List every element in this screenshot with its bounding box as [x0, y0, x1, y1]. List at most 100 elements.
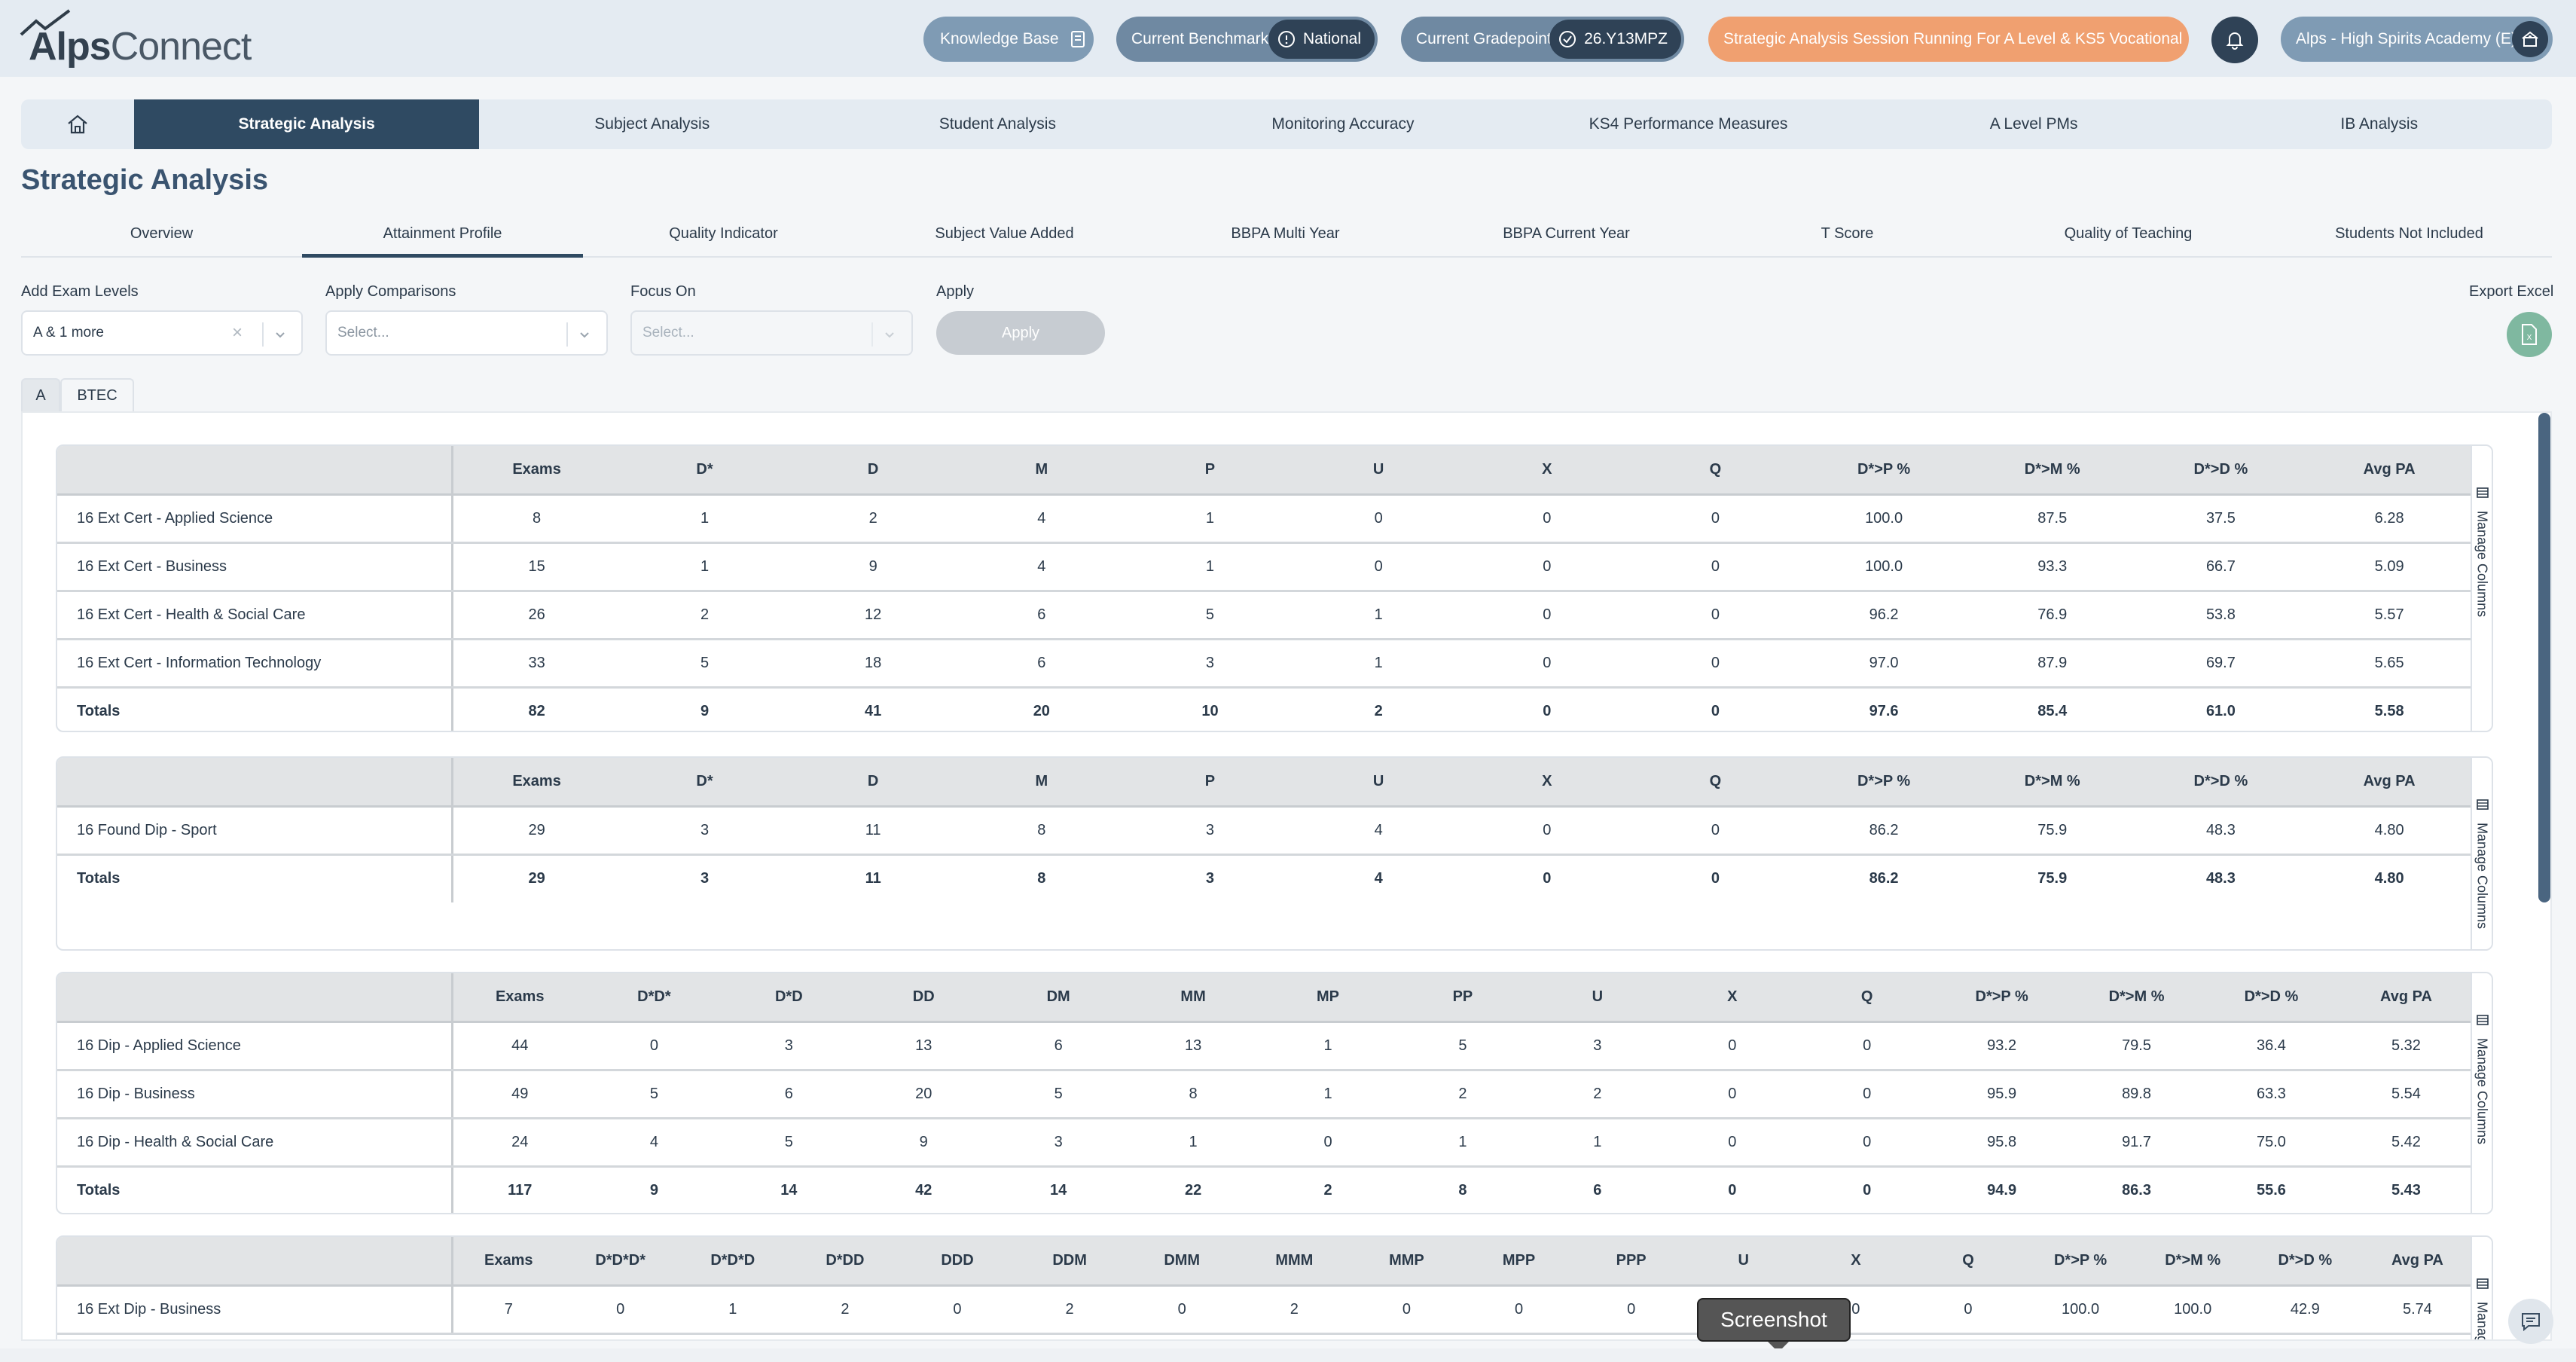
manage-columns-toggle[interactable]: Manage Columns [2471, 446, 2492, 731]
chat-button[interactable] [2508, 1299, 2553, 1344]
chevron-down-icon[interactable] [577, 327, 592, 342]
column-header[interactable]: D [789, 758, 957, 808]
column-header[interactable]: DDD [901, 1237, 1014, 1287]
notifications-button[interactable] [2211, 17, 2258, 63]
alps-connect-logo[interactable]: AlpsConnect [20, 8, 252, 69]
table-row[interactable]: 16 Found Dip - Sport 29 3 11 8 3 4 0 0 86.2 75.9 48… [57, 806, 2474, 856]
column-header[interactable]: DMM [1125, 1237, 1238, 1287]
column-header[interactable]: Exams [452, 758, 621, 808]
tab-t-score[interactable]: T Score [1707, 211, 1988, 256]
column-header[interactable]: Q [1631, 758, 1800, 808]
table-row[interactable]: 16 Dip - Business 49 5 6 20 5 8 1 2 2 0 0 95.9 89.8 63… [57, 1070, 2474, 1119]
level-tab-a[interactable]: A [21, 378, 60, 411]
table-row[interactable]: 16 Dip - Health & Social Care 24 4 5 9 3 1 0 1 1 0… [57, 1118, 2474, 1168]
table-row[interactable]: 16 Ext Cert - Applied Science 8 1 2 4 1 0 0 0 100… [57, 494, 2474, 544]
nav-student-analysis[interactable]: Student Analysis [825, 99, 1170, 149]
column-header[interactable]: Q [1912, 1237, 2025, 1287]
apply-button[interactable]: Apply [936, 311, 1105, 355]
column-header[interactable]: Avg PA [2338, 973, 2474, 1023]
session-dropdown[interactable]: Strategic Analysis Session Running For A… [1708, 17, 2189, 62]
benchmark-selector[interactable]: Current Benchmark National [1116, 17, 1378, 62]
column-header[interactable]: X [1799, 1237, 1912, 1287]
gradepoint-value-chip[interactable]: 26.Y13MPZ [1549, 20, 1681, 59]
tab-quality-indicator[interactable]: Quality Indicator [583, 211, 864, 256]
column-header[interactable]: MM [1125, 973, 1261, 1023]
chevron-down-icon[interactable] [273, 327, 288, 342]
column-header[interactable] [57, 446, 453, 496]
column-header[interactable]: D* [620, 758, 789, 808]
column-header[interactable]: X [1462, 758, 1631, 808]
column-header[interactable]: MMM [1238, 1237, 1351, 1287]
column-header[interactable] [57, 758, 453, 808]
comparisons-select[interactable]: Select... [325, 310, 608, 356]
column-header[interactable]: D*>D % [2136, 758, 2306, 808]
table-row[interactable]: 16 Dip - Applied Science 44 0 3 13 6 13 1 5 3 0 0 93… [57, 1022, 2474, 1071]
column-header[interactable]: Exams [452, 973, 587, 1023]
column-header[interactable]: Exams [452, 1237, 565, 1287]
column-header[interactable]: D*>D % [2136, 446, 2306, 496]
nav-monitoring-accuracy[interactable]: Monitoring Accuracy [1170, 99, 1516, 149]
knowledge-base-button[interactable]: Knowledge Base [923, 17, 1094, 62]
column-header[interactable]: U [1530, 973, 1665, 1023]
level-tab-btec[interactable]: BTEC [60, 378, 134, 411]
column-header[interactable]: D*>P % [1799, 758, 1968, 808]
column-header[interactable]: MP [1260, 973, 1396, 1023]
column-header[interactable]: Exams [452, 446, 621, 496]
column-header[interactable]: D*>D % [2248, 1237, 2361, 1287]
column-header[interactable]: MMP [1350, 1237, 1463, 1287]
column-header[interactable]: D*D* [586, 973, 722, 1023]
column-header[interactable]: DD [856, 973, 991, 1023]
table-row[interactable]: 16 Ext Cert - Information Technology 33 5 1… [57, 639, 2474, 689]
column-header[interactable]: D [789, 446, 957, 496]
table-row[interactable]: 16 Ext Dip - Business 7 0 1 2 0 2 0 2 0 0 0 0 0 100.0 1… [57, 1285, 2474, 1335]
benchmark-value-chip[interactable]: National [1268, 20, 1375, 59]
column-header[interactable]: D*DD [789, 1237, 902, 1287]
tab-students-not-included[interactable]: Students Not Included [2269, 211, 2550, 256]
nav-ks4-performance-measures[interactable]: KS4 Performance Measures [1515, 99, 1861, 149]
column-header[interactable]: M [957, 758, 1126, 808]
vertical-scrollbar[interactable] [2538, 413, 2550, 902]
column-header[interactable]: M [957, 446, 1126, 496]
column-header[interactable]: D*>M % [1967, 758, 2137, 808]
manage-columns-toggle[interactable]: Manage Columns [2471, 1237, 2492, 1339]
column-header[interactable]: P [1125, 446, 1295, 496]
exam-levels-select[interactable]: A & 1 more × [21, 310, 303, 356]
column-header[interactable]: PP [1395, 973, 1531, 1023]
tab-quality-of-teaching[interactable]: Quality of Teaching [1988, 211, 2269, 256]
column-header[interactable]: Q [1799, 973, 1935, 1023]
tab-subject-value-added[interactable]: Subject Value Added [864, 211, 1145, 256]
nav-strategic-analysis[interactable]: Strategic Analysis [133, 99, 480, 149]
focus-on-select[interactable]: Select... [630, 310, 913, 356]
gradepoint-selector[interactable]: Current Gradepoint 26.Y13MPZ [1401, 17, 1684, 62]
tab-bbpa-current-year[interactable]: BBPA Current Year [1426, 211, 1707, 256]
column-header[interactable]: D*>M % [2136, 1237, 2249, 1287]
manage-columns-toggle[interactable]: Manage Columns [2471, 973, 2492, 1213]
column-header[interactable]: Avg PA [2305, 758, 2474, 808]
table-row[interactable]: 16 Ext Cert - Business 15 1 9 4 1 0 0 0 100.0 93.3… [57, 542, 2474, 592]
column-header[interactable]: D*D*D* [564, 1237, 677, 1287]
column-header[interactable]: Q [1631, 446, 1800, 496]
column-header[interactable]: D*>P % [1799, 446, 1968, 496]
column-header[interactable]: D*D*D [676, 1237, 789, 1287]
column-header[interactable]: U [1294, 758, 1463, 808]
export-excel-button[interactable]: X [2507, 312, 2552, 357]
column-header[interactable]: Avg PA [2305, 446, 2474, 496]
clear-icon[interactable]: × [232, 322, 243, 344]
column-header[interactable]: D*>P % [1934, 973, 2070, 1023]
column-header[interactable]: X [1665, 973, 1800, 1023]
column-header[interactable]: D*>D % [2204, 973, 2339, 1023]
column-header[interactable] [57, 973, 453, 1023]
column-header[interactable]: X [1462, 446, 1631, 496]
column-header[interactable]: D*>M % [1967, 446, 2137, 496]
nav-ib-analysis[interactable]: IB Analysis [2206, 99, 2552, 149]
column-header[interactable]: DM [990, 973, 1126, 1023]
column-header[interactable]: MPP [1462, 1237, 1576, 1287]
column-header[interactable]: Avg PA [2361, 1237, 2474, 1287]
nav-a-level-pms[interactable]: A Level PMs [1861, 99, 2207, 149]
column-header[interactable]: D*D [721, 973, 856, 1023]
column-header[interactable]: DDM [1013, 1237, 1126, 1287]
column-header[interactable]: PPP [1575, 1237, 1688, 1287]
tab-overview[interactable]: Overview [21, 211, 302, 256]
tab-bbpa-multi-year[interactable]: BBPA Multi Year [1145, 211, 1426, 256]
column-header[interactable]: U [1687, 1237, 1800, 1287]
